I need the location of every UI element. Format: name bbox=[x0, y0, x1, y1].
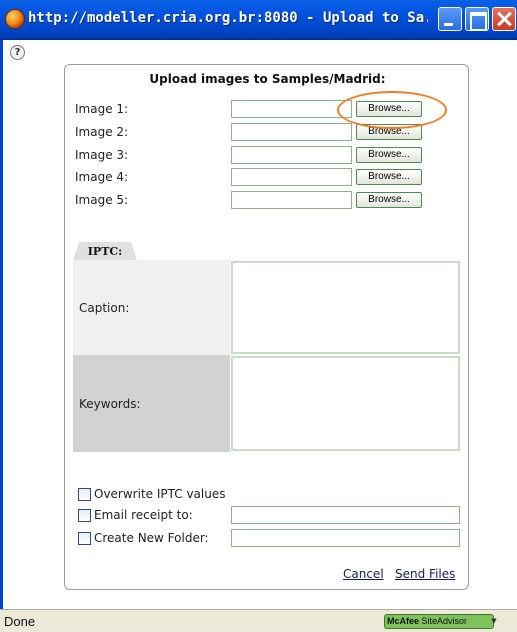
image-label: Image 1: bbox=[75, 102, 129, 116]
siteadvisor-product: SiteAdvisor bbox=[421, 616, 468, 626]
image-2-file-input[interactable] bbox=[231, 123, 352, 141]
minimize-button[interactable] bbox=[438, 7, 462, 31]
image-3-browse-button[interactable]: Browse... bbox=[356, 147, 422, 163]
image-4-file-input[interactable] bbox=[231, 168, 352, 186]
image-label: Image 2: bbox=[75, 125, 129, 139]
title-bar[interactable]: http://modeller.cria.org.br:8080 - Uploa… bbox=[0, 0, 517, 40]
new-folder-checkbox[interactable] bbox=[78, 532, 91, 545]
image-row-3: Image 3: Browse... bbox=[65, 146, 470, 166]
image-1-browse-button[interactable]: Browse... bbox=[356, 101, 422, 117]
upload-panel: Upload images to Samples/Madrid: Image 1… bbox=[64, 64, 469, 590]
caption-label-cell: Caption: bbox=[73, 260, 230, 355]
image-row-4: Image 4: Browse... bbox=[65, 168, 470, 188]
caption-textarea[interactable] bbox=[231, 261, 460, 354]
image-row-5: Image 5: Browse... bbox=[65, 191, 470, 211]
caption-label: Caption: bbox=[79, 301, 130, 315]
keywords-textarea[interactable] bbox=[231, 356, 460, 451]
overwrite-iptc-label: Overwrite IPTC values bbox=[94, 487, 226, 501]
email-field[interactable] bbox=[231, 506, 460, 524]
email-receipt-option: Email receipt to: bbox=[77, 506, 467, 526]
upload-title: Upload images to Samples/Madrid: bbox=[149, 72, 386, 86]
new-folder-field[interactable] bbox=[231, 529, 460, 547]
window-border bbox=[0, 40, 3, 609]
siteadvisor-brand: McAfee bbox=[387, 616, 420, 626]
send-files-link[interactable]: Send Files bbox=[395, 567, 455, 581]
image-label: Image 4: bbox=[75, 170, 129, 184]
window-title: http://modeller.cria.org.br:8080 - Uploa… bbox=[28, 10, 428, 26]
firefox-icon bbox=[5, 9, 25, 29]
image-label: Image 3: bbox=[75, 148, 129, 162]
image-row-2: Image 2: Browse... bbox=[65, 123, 470, 143]
iptc-tab: IPTC: bbox=[73, 242, 137, 260]
image-4-browse-button[interactable]: Browse... bbox=[356, 169, 422, 185]
email-receipt-label: Email receipt to: bbox=[94, 508, 193, 522]
siteadvisor-dropdown-icon[interactable]: ▼ bbox=[489, 616, 499, 626]
image-5-file-input[interactable] bbox=[231, 191, 352, 209]
keywords-label-cell: Keywords: bbox=[73, 355, 230, 452]
overwrite-iptc-checkbox[interactable] bbox=[78, 488, 91, 501]
cancel-link[interactable]: Cancel bbox=[343, 567, 384, 581]
image-row-1: Image 1: Browse... bbox=[65, 100, 470, 120]
image-1-file-input[interactable] bbox=[231, 100, 352, 118]
close-button[interactable] bbox=[492, 7, 516, 31]
new-folder-label: Create New Folder: bbox=[94, 531, 209, 545]
status-bar: Done McAfee SiteAdvisor ▼ bbox=[0, 609, 517, 632]
image-label: Image 5: bbox=[75, 193, 129, 207]
image-2-browse-button[interactable]: Browse... bbox=[356, 124, 422, 140]
siteadvisor-button[interactable]: McAfee SiteAdvisor bbox=[384, 614, 494, 629]
status-text: Done bbox=[4, 614, 36, 629]
maximize-button[interactable] bbox=[465, 7, 489, 31]
overwrite-iptc-option: Overwrite IPTC values bbox=[77, 485, 467, 505]
help-icon[interactable]: ? bbox=[10, 45, 25, 60]
image-3-file-input[interactable] bbox=[231, 146, 352, 164]
new-folder-option: Create New Folder: bbox=[77, 529, 467, 549]
image-5-browse-button[interactable]: Browse... bbox=[356, 192, 422, 208]
email-receipt-checkbox[interactable] bbox=[78, 509, 91, 522]
keywords-label: Keywords: bbox=[79, 397, 141, 411]
